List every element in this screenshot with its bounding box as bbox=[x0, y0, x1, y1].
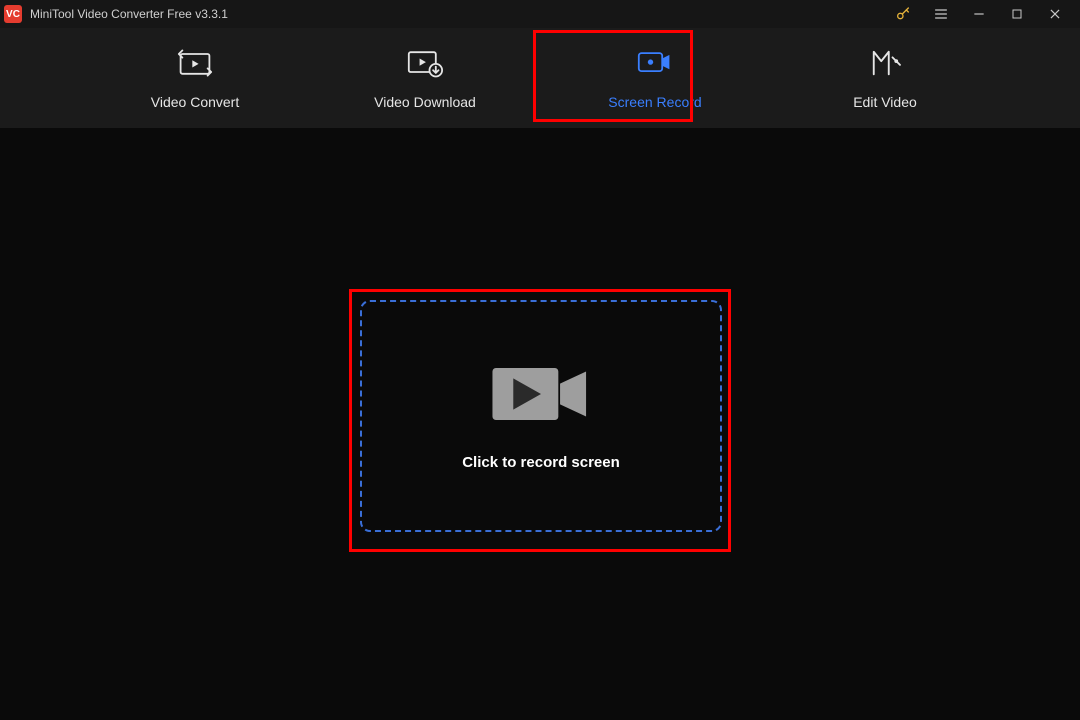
nav-label: Screen Record bbox=[608, 94, 701, 110]
nav-label: Edit Video bbox=[853, 94, 917, 110]
edit-video-icon bbox=[868, 46, 902, 80]
close-button[interactable] bbox=[1036, 0, 1074, 28]
record-screen-card[interactable]: Click to record screen bbox=[360, 300, 722, 532]
minimize-button[interactable] bbox=[960, 0, 998, 28]
app-logo-text: VC bbox=[6, 9, 20, 20]
maximize-button[interactable] bbox=[998, 0, 1036, 28]
window-controls bbox=[884, 0, 1074, 28]
tab-edit-video[interactable]: Edit Video bbox=[805, 46, 965, 110]
tab-video-convert[interactable]: Video Convert bbox=[115, 46, 275, 110]
app-title: MiniTool Video Converter Free v3.3.1 bbox=[30, 7, 228, 21]
nav-label: Video Convert bbox=[151, 94, 239, 110]
titlebar: VC MiniTool Video Converter Free v3.3.1 bbox=[0, 0, 1080, 28]
content-area: Click to record screen bbox=[0, 128, 1080, 720]
menu-icon[interactable] bbox=[922, 0, 960, 28]
video-convert-icon bbox=[177, 46, 213, 80]
video-download-icon bbox=[407, 46, 443, 80]
app-logo: VC bbox=[4, 5, 22, 23]
key-icon[interactable] bbox=[884, 0, 922, 28]
main-nav: Video Convert Video Download Screen Reco… bbox=[0, 28, 1080, 128]
tab-video-download[interactable]: Video Download bbox=[345, 46, 505, 110]
nav-label: Video Download bbox=[374, 94, 476, 110]
record-prompt-label: Click to record screen bbox=[462, 454, 620, 471]
screen-record-icon bbox=[637, 46, 673, 80]
tab-screen-record[interactable]: Screen Record bbox=[575, 46, 735, 110]
camera-play-icon bbox=[489, 362, 593, 426]
